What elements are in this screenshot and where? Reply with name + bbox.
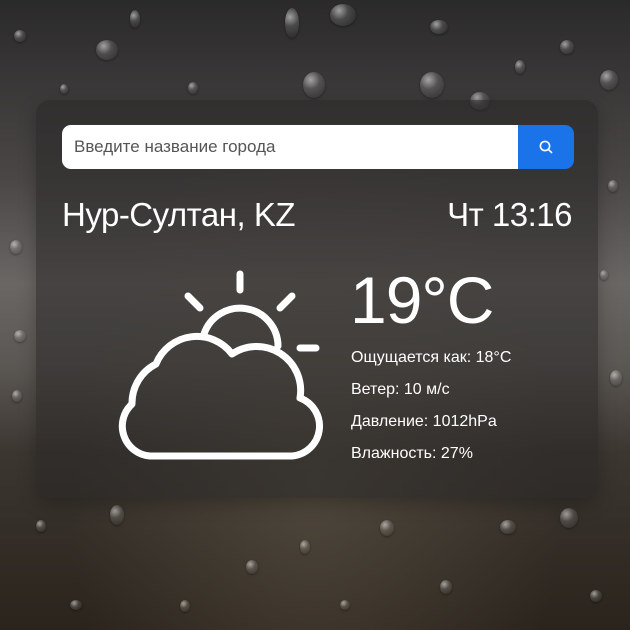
rain-drop [303,72,325,98]
partly-cloudy-icon [118,270,323,460]
weather-card: Нур-Султан, KZ Чт 13:16 19°C Ощущается к… [36,100,598,498]
day-time: Чт 13:16 [447,196,572,233]
rain-drop [420,72,444,98]
city-name: Нур-Султан, KZ [62,196,296,233]
rain-drop [610,370,622,386]
rain-drop [14,330,26,342]
rain-drop [380,520,394,536]
rain-drop [600,270,608,280]
rain-drop [12,390,22,402]
rain-drop [130,10,140,28]
weather-details: Ощущается как: 18°C Ветер: 10 м/с Давлен… [351,346,511,474]
rain-drop [300,540,310,554]
rain-drop [36,520,46,532]
rain-drop [10,240,22,254]
rain-drop [440,580,452,594]
rain-drop [188,82,198,94]
rain-drop [285,8,299,38]
feels-like: Ощущается как: 18°C [351,349,512,366]
city-search-input[interactable] [62,125,518,169]
rain-drop [330,4,356,26]
rain-drop [60,84,68,94]
rain-drop [340,600,350,610]
search-bar [62,125,574,169]
rain-drop [96,40,118,60]
rain-drop [608,180,618,192]
rain-drop [515,60,525,74]
rain-drop [590,590,602,602]
search-button[interactable] [518,125,574,169]
rain-drop [500,520,516,534]
wind-speed: Ветер: 10 м/с [351,381,450,398]
rain-drop [430,20,448,34]
rain-drop [246,560,258,574]
rain-drop [600,70,618,90]
rain-drop [560,508,578,528]
rain-drop [110,505,124,525]
rain-drop [560,40,574,54]
temperature: 19°C [350,263,494,337]
humidity: Влажность: 27% [351,445,473,462]
rain-drop [180,600,190,612]
search-icon [539,140,553,154]
rain-drop [70,600,82,610]
rain-drop [14,30,26,42]
pressure: Давление: 1012hPa [351,413,497,430]
